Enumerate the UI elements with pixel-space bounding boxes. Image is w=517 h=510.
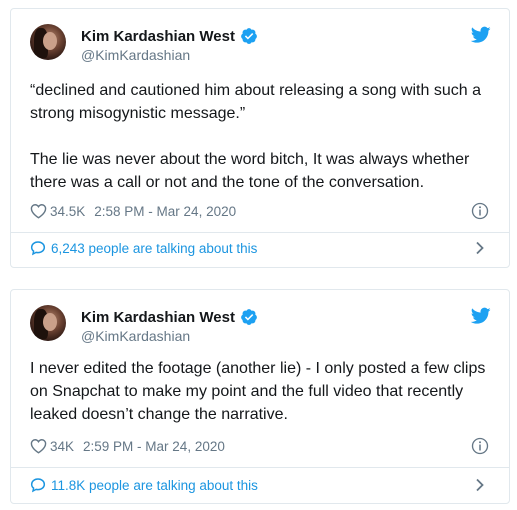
author-name-row[interactable]: Kim Kardashian West [81, 307, 258, 327]
author-handle[interactable]: @KimKardashian [81, 328, 190, 344]
speech-bubble-icon [30, 241, 46, 256]
tweet-meta: 34.5K 2:58 PM - Mar 24, 2020 [30, 201, 491, 221]
timestamp[interactable]: 2:59 PM - Mar 24, 2020 [83, 439, 225, 454]
conversation-link[interactable]: 11.8K people are talking about this [30, 474, 491, 496]
author-name[interactable]: Kim Kardashian West [81, 28, 235, 45]
heart-icon[interactable] [30, 203, 47, 219]
tweet-meta: 34K 2:59 PM - Mar 24, 2020 [30, 436, 491, 456]
tweet-card[interactable]: Kim Kardashian West @KimKardashian I nev… [10, 289, 510, 504]
avatar[interactable] [30, 305, 66, 341]
twitter-bird-icon[interactable] [471, 307, 491, 325]
tweet-paragraph: I never edited the footage (another lie)… [30, 360, 486, 423]
chevron-right-icon[interactable] [475, 478, 485, 492]
verified-badge-icon [241, 309, 257, 325]
timestamp[interactable]: 2:58 PM - Mar 24, 2020 [94, 204, 236, 219]
divider [11, 467, 509, 468]
avatar[interactable] [30, 24, 66, 60]
heart-icon[interactable] [30, 438, 47, 454]
like-count[interactable]: 34.5K [50, 204, 85, 219]
tweet-paragraph: “declined and cautioned him about releas… [30, 82, 481, 122]
tweet-text: I never edited the footage (another lie)… [30, 357, 491, 426]
conversation-link[interactable]: 6,243 people are talking about this [30, 237, 491, 259]
conversation-count[interactable]: 11.8K people are talking about this [51, 478, 258, 493]
author-handle[interactable]: @KimKardashian [81, 47, 190, 63]
tweet-card[interactable]: Kim Kardashian West @KimKardashian “decl… [10, 8, 510, 268]
tweet-text: “declined and cautioned him about releas… [30, 79, 491, 194]
tweet-header: Kim Kardashian West @KimKardashian [30, 305, 491, 349]
tweet-paragraph: The lie was never about the word bitch, … [30, 151, 470, 191]
chevron-right-icon[interactable] [475, 241, 485, 255]
author-name-row[interactable]: Kim Kardashian West [81, 26, 258, 46]
verified-badge-icon [241, 28, 257, 44]
twitter-bird-icon[interactable] [471, 26, 491, 44]
like-count[interactable]: 34K [50, 439, 74, 454]
speech-bubble-icon [30, 478, 46, 493]
divider [11, 232, 509, 233]
info-icon[interactable] [471, 202, 489, 220]
tweet-header: Kim Kardashian West @KimKardashian [30, 24, 491, 68]
conversation-count[interactable]: 6,243 people are talking about this [51, 241, 257, 256]
author-name[interactable]: Kim Kardashian West [81, 309, 235, 326]
info-icon[interactable] [471, 437, 489, 455]
